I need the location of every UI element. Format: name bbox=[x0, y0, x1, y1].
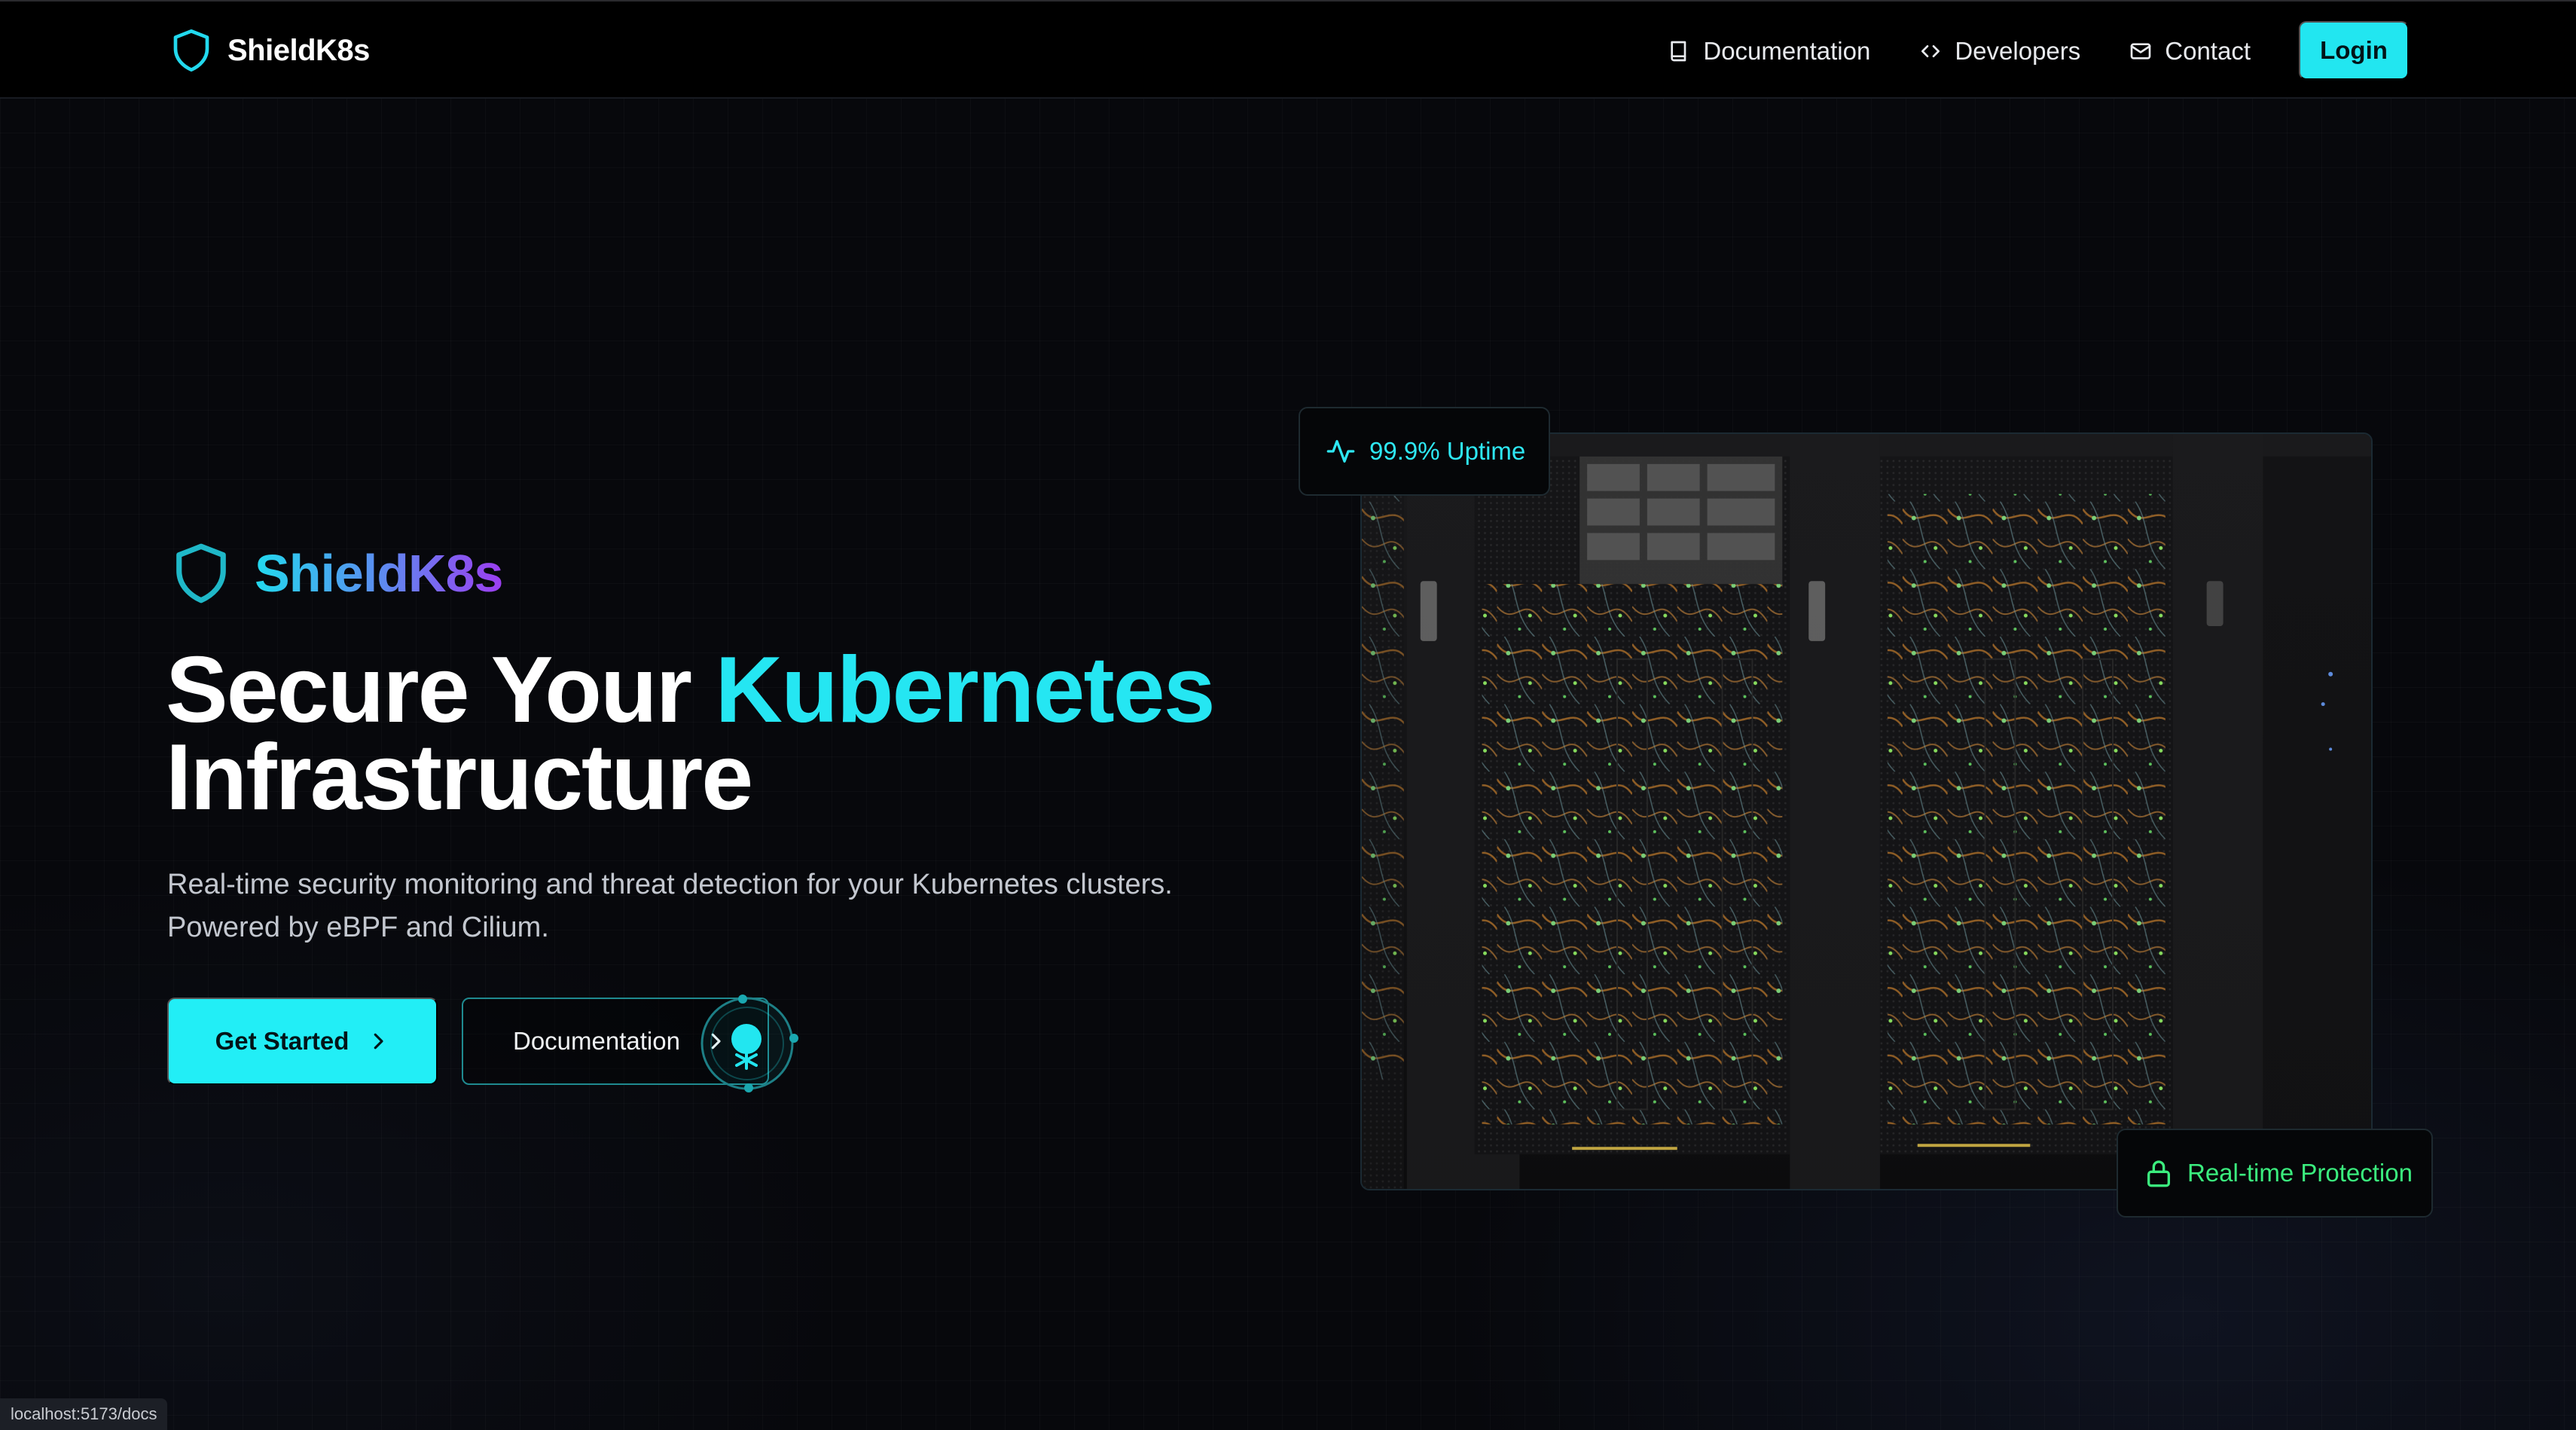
shield-icon bbox=[176, 543, 226, 603]
get-started-label: Get Started bbox=[215, 1027, 349, 1055]
status-bar-url: localhost:5173/docs bbox=[0, 1398, 168, 1430]
server-rack-illustration bbox=[1362, 434, 2371, 1189]
hero-brand-name: ShieldK8s bbox=[255, 544, 503, 603]
uptime-label: 99.9% Uptime bbox=[1369, 437, 1526, 465]
nav-link-label: Developers bbox=[1955, 37, 2081, 65]
orbit-decoration-icon bbox=[700, 995, 798, 1092]
nav-link-documentation[interactable]: Documentation bbox=[1667, 37, 1870, 66]
brand-link[interactable]: ShieldK8s bbox=[170, 26, 370, 75]
nav-link-contact[interactable]: Contact bbox=[2129, 37, 2251, 66]
headline-accent: Kubernetes bbox=[715, 638, 1216, 742]
uptime-badge: 99.9% Uptime bbox=[1299, 407, 1550, 496]
nav-link-developers[interactable]: Developers bbox=[1918, 37, 2080, 66]
documentation-label: Documentation bbox=[513, 1027, 680, 1055]
hero-headline: Secure Your Kubernetes Infrastructure bbox=[166, 643, 1296, 824]
get-started-button[interactable]: Get Started bbox=[167, 998, 438, 1085]
headline-text-line2: Infrastructure bbox=[166, 726, 753, 830]
nav-links: Documentation Developers Contact bbox=[1667, 24, 2251, 78]
activity-icon bbox=[1326, 440, 1355, 463]
lock-icon bbox=[2147, 1160, 2170, 1187]
nav-link-label: Contact bbox=[2165, 37, 2251, 65]
landing-page: ShieldK8s Documentation Developers Conta… bbox=[0, 0, 2576, 1430]
protection-label: Real-time Protection bbox=[2187, 1159, 2413, 1187]
mail-icon bbox=[2130, 43, 2151, 60]
brand-name: ShieldK8s bbox=[227, 33, 370, 67]
server-rack-image bbox=[1360, 432, 2373, 1190]
protection-badge: Real-time Protection bbox=[2117, 1129, 2433, 1218]
shield-icon bbox=[173, 29, 209, 72]
chevron-right-icon bbox=[374, 1033, 383, 1050]
book-icon bbox=[1671, 41, 1686, 62]
login-button[interactable]: Login bbox=[2299, 21, 2409, 80]
nav-link-label: Documentation bbox=[1703, 37, 1871, 65]
hero-brand: ShieldK8s bbox=[172, 539, 503, 607]
code-icon bbox=[1921, 44, 1940, 57]
top-navbar: ShieldK8s Documentation Developers Conta… bbox=[0, 0, 2576, 99]
hero-subtext: Real-time security monitoring and threat… bbox=[167, 869, 1173, 943]
